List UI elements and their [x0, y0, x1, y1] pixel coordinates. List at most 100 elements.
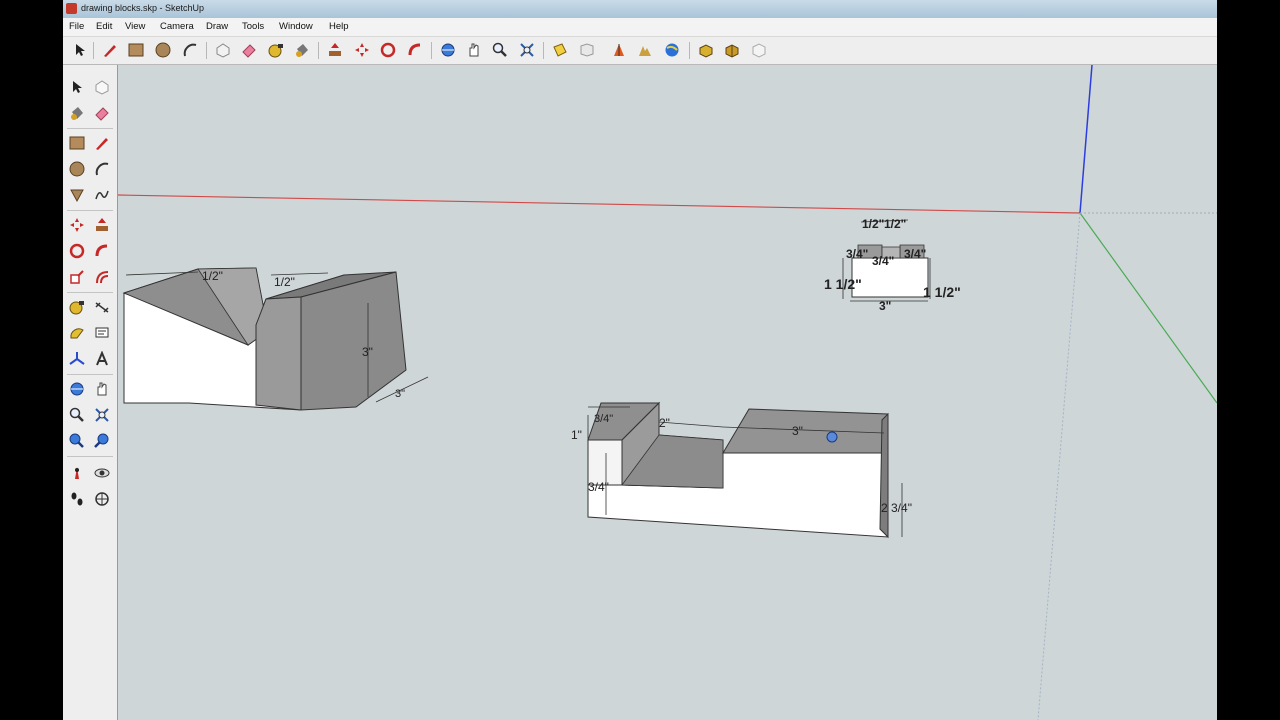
push-pull-icon[interactable] [92, 215, 112, 235]
look-around-icon[interactable] [92, 463, 112, 483]
offset-icon[interactable] [92, 267, 112, 287]
sketchup-window: drawing blocks.skp - SketchUp File Edit … [63, 0, 1217, 720]
menu-edit[interactable]: Edit [96, 21, 112, 32]
rectangle-icon[interactable] [127, 41, 145, 59]
rotate-icon[interactable] [67, 241, 87, 261]
rotate-icon[interactable] [379, 41, 397, 59]
toolbar-divider [689, 42, 690, 59]
dim-mid-right: 3/4" [904, 247, 926, 261]
paint-bucket-icon[interactable] [67, 103, 87, 123]
tool-divider [67, 456, 113, 457]
axes-icon[interactable] [67, 349, 87, 369]
scale-icon[interactable] [67, 267, 87, 287]
toolbar-divider [206, 42, 207, 59]
blue-axis [1079, 65, 1093, 214]
dim-right-height: 1 1/2" [923, 284, 961, 300]
tape-measure-icon[interactable] [67, 297, 87, 317]
orbit-icon[interactable] [67, 379, 87, 399]
toolbar-divider [543, 42, 544, 59]
menu-help[interactable]: Help [329, 21, 349, 32]
menu-tools[interactable]: Tools [242, 21, 264, 32]
make-component-icon[interactable] [214, 41, 232, 59]
step-block[interactable]: 1" 3/4" 2" 3" 3/4" 2 3/4" [571, 401, 912, 539]
polygon-icon[interactable] [67, 185, 87, 205]
make-component-icon[interactable] [92, 77, 112, 97]
v-block-side-face [300, 271, 407, 411]
step-block-left-post-front [587, 439, 623, 486]
move-icon[interactable] [353, 41, 371, 59]
step-block-right-top [722, 408, 889, 454]
pan-icon[interactable] [92, 379, 112, 399]
zoom-icon[interactable] [67, 405, 87, 425]
dim-top-left: 1/2" [202, 269, 223, 283]
dim-top-b: 1/2" [884, 217, 906, 231]
share-model-icon[interactable] [697, 41, 715, 59]
terrain-icon[interactable] [636, 41, 654, 59]
zoom-extents-icon[interactable] [518, 41, 536, 59]
follow-me-icon[interactable] [92, 241, 112, 261]
line-icon[interactable] [92, 133, 112, 153]
dim-mid-left: 3/4" [846, 247, 868, 261]
components-icon[interactable] [723, 41, 741, 59]
select-icon[interactable] [67, 77, 87, 97]
window-title: drawing blocks.skp - SketchUp [81, 3, 205, 13]
previous-view-icon[interactable] [92, 431, 112, 451]
dim-left-height: 1 1/2" [824, 276, 862, 292]
orbit-icon[interactable] [439, 41, 457, 59]
zoom-window-icon[interactable] [92, 405, 112, 425]
zoom-extents-icon[interactable] [67, 431, 87, 451]
small-block[interactable]: 1/2" 1/2" 3/4" 3/4" 3/4" 1 1/2" 1 1/2" 3… [824, 217, 961, 313]
arc-icon[interactable] [181, 41, 199, 59]
circle-icon[interactable] [154, 41, 172, 59]
menu-file[interactable]: File [69, 21, 84, 32]
pencil-icon[interactable] [101, 41, 119, 59]
arc-icon[interactable] [92, 159, 112, 179]
dim-left-height: 1" [571, 428, 582, 442]
3d-text-icon[interactable] [92, 349, 112, 369]
tool-divider [67, 374, 113, 375]
text-icon[interactable] [92, 323, 112, 343]
menu-camera[interactable]: Camera [160, 21, 194, 32]
dim-mid-center: 3/4" [872, 254, 894, 268]
dim-right-width: 3" [792, 424, 803, 438]
title-bar: drawing blocks.skp - SketchUp [63, 0, 1217, 18]
walk-icon[interactable] [67, 489, 87, 509]
app-icon [66, 3, 77, 14]
push-pull-icon[interactable] [326, 41, 344, 59]
rectangle-icon[interactable] [67, 133, 87, 153]
move-icon[interactable] [67, 215, 87, 235]
blue-axis-dotted [1037, 212, 1081, 720]
green-axis [1079, 212, 1217, 404]
v-block-side-shadow [255, 296, 302, 411]
get-models-icon[interactable] [578, 41, 596, 59]
v-block[interactable]: 1/2" 1/2" 3" 3" [122, 267, 429, 411]
zoom-icon[interactable] [491, 41, 509, 59]
pan-icon[interactable] [465, 41, 483, 59]
menu-view[interactable]: View [125, 21, 145, 32]
paint-bucket-icon[interactable] [293, 41, 311, 59]
tool-divider [67, 292, 113, 293]
google-earth-icon[interactable] [663, 41, 681, 59]
eraser-icon[interactable] [240, 41, 258, 59]
follow-me-icon[interactable] [406, 41, 424, 59]
tool-divider [67, 210, 113, 211]
section-plane-icon[interactable] [551, 41, 569, 59]
menu-draw[interactable]: Draw [206, 21, 228, 32]
freehand-icon[interactable] [92, 185, 112, 205]
position-camera-icon[interactable] [67, 463, 87, 483]
tape-measure-icon[interactable] [267, 41, 285, 59]
eraser-icon[interactable] [92, 103, 112, 123]
toolbar-divider [93, 42, 94, 59]
menu-window[interactable]: Window [279, 21, 313, 32]
section-plane-icon[interactable] [92, 489, 112, 509]
select-icon[interactable] [71, 41, 89, 59]
dim-right-height: 2 3/4" [881, 501, 912, 515]
model-viewport[interactable]: 1/2" 1/2" 3" 3" 1" 3/4" 2" 3" 3/4" 2 3/4… [118, 65, 1217, 720]
protractor-icon[interactable] [67, 323, 87, 343]
add-location-icon[interactable] [610, 41, 628, 59]
dimension-icon[interactable] [92, 297, 112, 317]
dim-top-right: 1/2" [274, 275, 295, 289]
preview-icon[interactable] [750, 41, 768, 59]
dim-inner-depth: 3/4" [588, 480, 609, 494]
circle-icon[interactable] [67, 159, 87, 179]
